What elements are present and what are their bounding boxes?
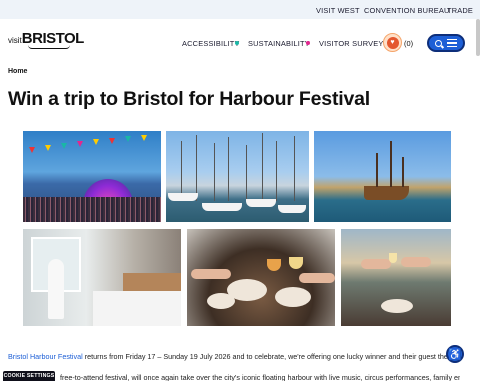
menu-icon [447, 39, 457, 47]
heart-icon: ♥ [386, 36, 399, 49]
cookie-settings-button[interactable]: COOKIE SETTINGS [3, 371, 55, 381]
gallery-image-festival-stage[interactable] [23, 131, 161, 222]
gallery-image-harbour-boats[interactable] [166, 131, 309, 222]
nav-accessibility[interactable]: ACCESSIBILITY [182, 39, 240, 48]
logo-swoosh [28, 45, 70, 49]
body-paragraph: free-to-attend festival, will once again… [60, 373, 460, 381]
breadcrumb-home[interactable]: Home [8, 68, 27, 75]
intro-paragraph: Bristol Harbour Festival returns from Fr… [8, 351, 453, 362]
nav-visitor-survey[interactable]: VISITOR SURVEY [319, 39, 384, 48]
gallery-image-cocktails-dining[interactable] [187, 229, 335, 326]
site-logo[interactable]: visit BRISTOL [8, 30, 84, 49]
page-title: Win a trip to Bristol for Harbour Festiv… [8, 88, 370, 110]
utility-bar: VISIT WEST CONVENTION BUREAU TRADE [0, 0, 480, 19]
search-icon [435, 39, 442, 47]
nav-sustainability[interactable]: SUSTAINABILITY [248, 39, 310, 48]
intro-text: returns from Friday 17 – Sunday 19 July … [84, 352, 453, 361]
link-convention-bureau[interactable]: CONVENTION BUREAU [364, 6, 450, 15]
accessibility-icon[interactable]: ♿ [446, 345, 464, 363]
scrollbar-thumb[interactable] [476, 19, 480, 56]
gallery-image-matthew-ship[interactable] [314, 131, 451, 222]
favourites-count: (0) [404, 39, 414, 48]
logo-prefix: visit [8, 36, 22, 45]
nav-separator-dot [306, 41, 310, 45]
link-trade[interactable]: TRADE [447, 6, 473, 15]
link-bristol-harbour-festival[interactable]: Bristol Harbour Festival [8, 352, 83, 361]
search-menu-button[interactable] [427, 34, 465, 52]
gallery-image-hotel-room[interactable] [23, 229, 181, 326]
link-visit-west[interactable]: VISIT WEST [316, 6, 360, 15]
favourites-button[interactable]: ♥ [383, 33, 402, 52]
gallery-image-waterside-friends[interactable] [341, 229, 451, 326]
nav-separator-dot [235, 41, 239, 45]
